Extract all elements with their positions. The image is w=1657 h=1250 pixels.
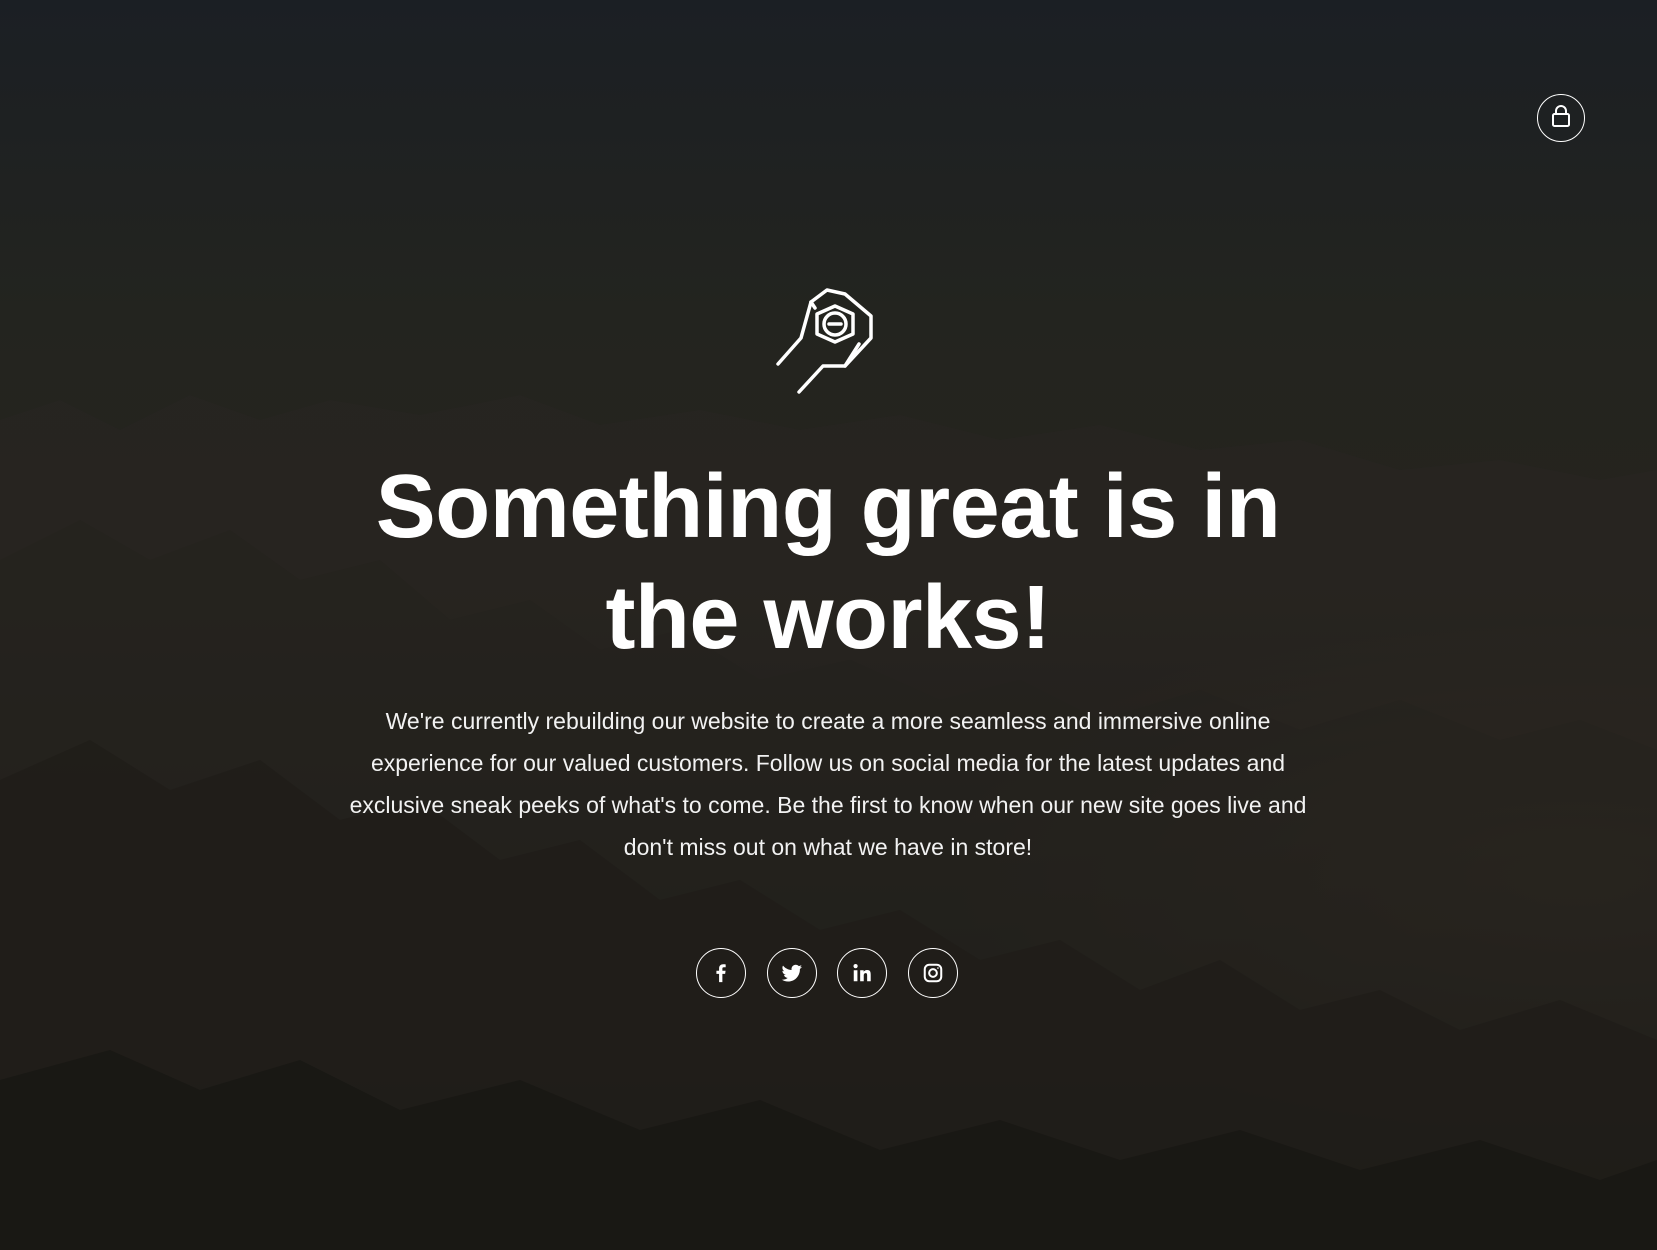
facebook-link[interactable] <box>696 948 746 998</box>
facebook-icon <box>710 962 732 984</box>
lock-icon <box>1550 104 1572 133</box>
linkedin-link[interactable] <box>837 948 888 998</box>
admin-login-button[interactable] <box>1537 94 1585 142</box>
page-title: Something great is in the works! <box>375 457 1281 668</box>
linkedin-icon <box>851 962 873 984</box>
instagram-link[interactable] <box>907 948 958 998</box>
social-links <box>696 948 958 998</box>
coming-soon-page: Something great is in the works! We're c… <box>0 0 1657 1250</box>
twitter-icon <box>780 961 804 985</box>
page-description: We're currently rebuilding our website t… <box>349 708 1307 860</box>
wrench-hand-icon <box>773 286 881 394</box>
twitter-link[interactable] <box>766 948 817 998</box>
instagram-icon <box>922 962 944 984</box>
